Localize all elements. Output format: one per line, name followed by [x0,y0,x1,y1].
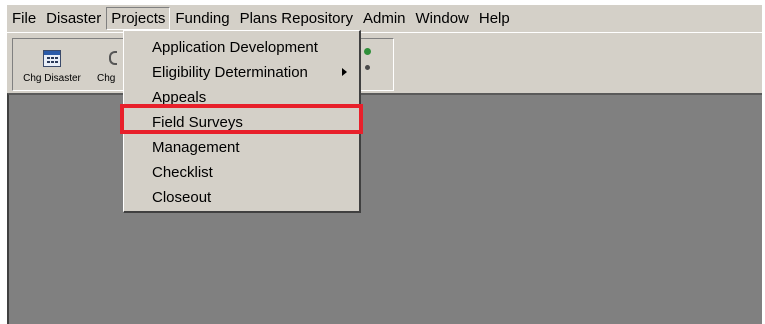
calendar-icon [43,49,61,67]
small-dot-icon [365,65,370,70]
menu-item-label: Application Development [152,39,318,56]
chg-disaster-button[interactable]: Chg Disaster [15,41,89,88]
menu-bar: File Disaster Projects Funding Plans Rep… [7,5,762,32]
menu-help[interactable]: Help [474,7,515,30]
menu-window[interactable]: Window [411,7,474,30]
menu-item-label: Closeout [152,189,212,206]
chg-label: Chg [97,73,116,84]
menu-item-label: Eligibility Determination [152,64,308,81]
menu-item-label: Checklist [152,164,213,181]
menu-item-checklist[interactable]: Checklist [124,160,359,185]
menu-projects[interactable]: Projects [106,7,171,30]
application-window: File Disaster Projects Funding Plans Rep… [6,4,762,324]
menu-item-eligibility-determination[interactable]: Eligibility Determination [124,60,359,85]
status-dot-icon [364,48,371,55]
menu-item-label: Management [152,139,240,156]
menu-disaster[interactable]: Disaster [41,7,106,30]
menu-file[interactable]: File [7,7,41,30]
menu-item-closeout[interactable]: Closeout [124,185,359,210]
partial-icon [109,51,117,65]
menu-funding[interactable]: Funding [170,7,234,30]
menu-plans-repository[interactable]: Plans Repository [235,7,358,30]
menu-item-application-development[interactable]: Application Development [124,35,359,60]
submenu-arrow-icon [342,68,347,76]
toolbar: Chg Disaster Chg [7,32,762,94]
menu-admin[interactable]: Admin [358,7,411,30]
chg-disaster-label: Chg Disaster [23,73,81,84]
field-surveys-highlight-box [120,104,363,134]
menu-item-management[interactable]: Management [124,135,359,160]
